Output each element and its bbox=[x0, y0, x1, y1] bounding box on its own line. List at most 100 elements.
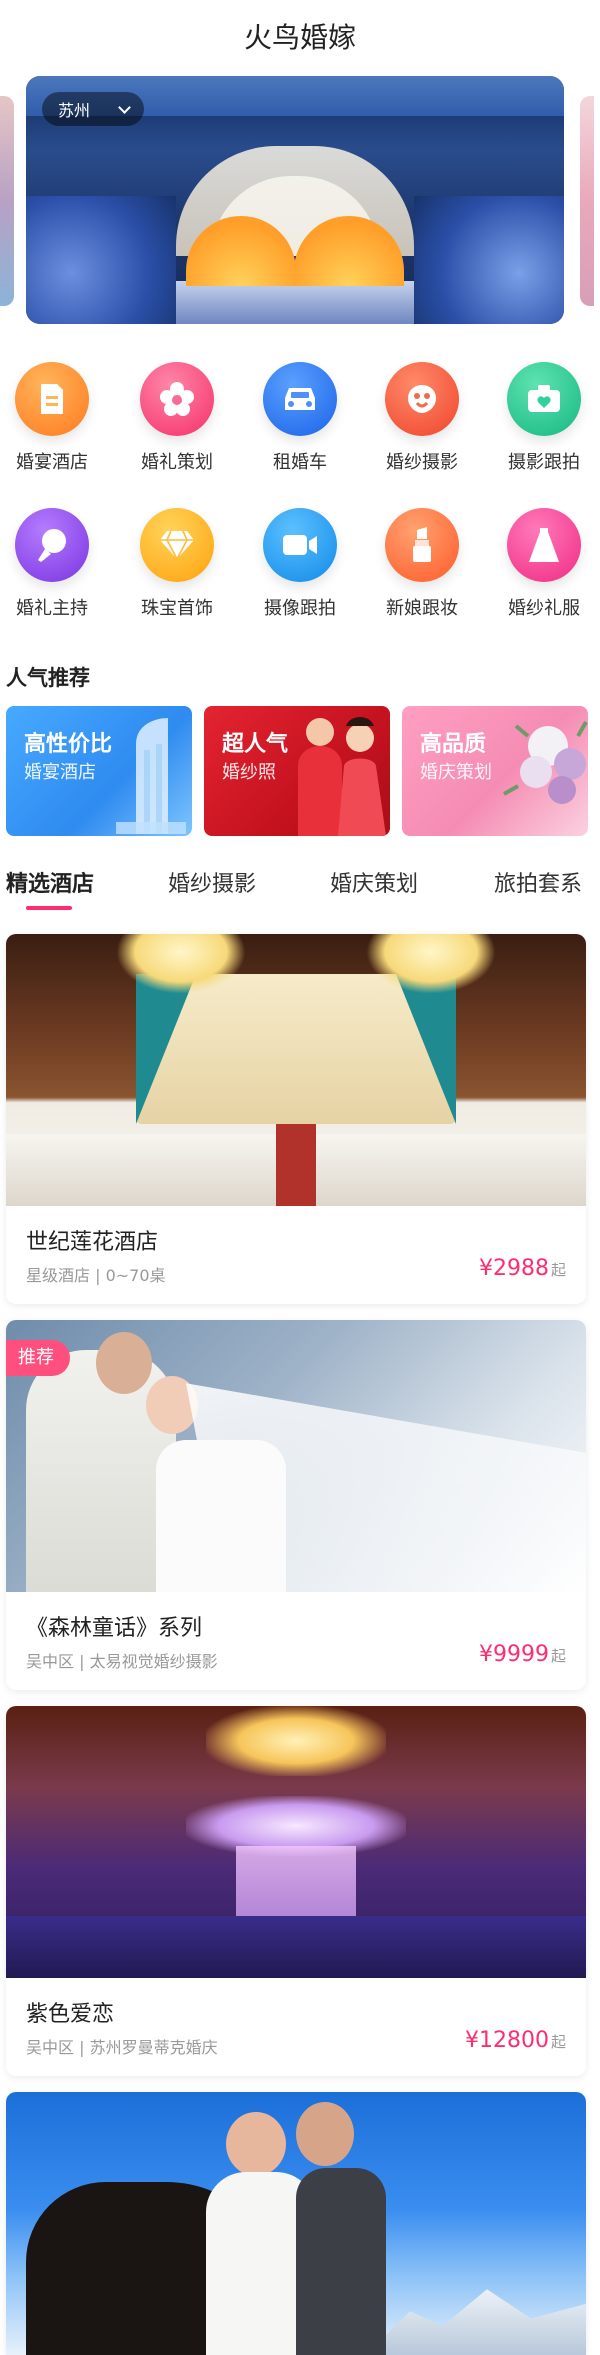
app-header: 火鸟婚嫁 bbox=[0, 0, 600, 74]
flower-icon bbox=[140, 362, 214, 436]
banner-carousel[interactable]: 苏州 bbox=[0, 74, 600, 326]
promo-title: 超人气 bbox=[222, 732, 289, 757]
dress-icon bbox=[507, 508, 581, 582]
price-value: ¥2988 bbox=[478, 1256, 549, 1281]
photo-chandelier bbox=[206, 1706, 386, 1776]
banner-flowers-left bbox=[26, 196, 176, 324]
banner-prev-peek[interactable] bbox=[0, 96, 14, 306]
tower-illustration bbox=[116, 718, 186, 834]
photo-carpet bbox=[276, 1124, 316, 1206]
listing-meta: 吴中区 | 苏州罗曼蒂克婚庆 bbox=[26, 2038, 218, 2057]
price-value: ¥9999 bbox=[478, 1642, 549, 1667]
category-label: 租婚车 bbox=[273, 452, 327, 473]
listing-price: ¥9999 起 bbox=[479, 1642, 566, 1667]
category-host[interactable]: 婚礼主持 bbox=[2, 508, 102, 620]
category-label: 新娘跟妆 bbox=[386, 598, 458, 619]
microphone-icon bbox=[15, 508, 89, 582]
photo-tables bbox=[6, 1916, 586, 1978]
promo-subtitle: 婚纱照 bbox=[222, 762, 276, 783]
banner-next-peek[interactable] bbox=[580, 96, 594, 306]
car-icon bbox=[263, 362, 337, 436]
listing-card[interactable]: 世纪莲花酒店 星级酒店 | 0~70桌 ¥2988 起 bbox=[6, 934, 586, 1304]
category-label: 摄影跟拍 bbox=[508, 452, 580, 473]
photo-groom-face bbox=[96, 1332, 152, 1394]
listing-info: 《森林童话》系列 吴中区 | 太易视觉婚纱摄影 ¥9999 起 bbox=[6, 1592, 586, 1690]
promo-subtitle: 婚宴酒店 bbox=[24, 762, 96, 783]
banner-flowers-right bbox=[414, 196, 564, 324]
tab-active-indicator bbox=[26, 906, 72, 910]
photo-groom-suit bbox=[296, 2168, 386, 2355]
category-photo-followup[interactable]: 摄影跟拍 bbox=[494, 362, 594, 474]
city-selector[interactable]: 苏州 bbox=[42, 92, 145, 126]
photo-chandelier-left bbox=[116, 934, 246, 994]
category-video[interactable]: 摄像跟拍 bbox=[250, 508, 350, 620]
city-name: 苏州 bbox=[58, 101, 91, 120]
category-dress[interactable]: 婚纱礼服 bbox=[494, 508, 594, 620]
recommend-badge: 推荐 bbox=[6, 1340, 70, 1376]
photo-mountains bbox=[366, 2289, 586, 2355]
listing-info: 紫色爱恋 吴中区 | 苏州罗曼蒂克婚庆 ¥12800 起 bbox=[6, 1978, 586, 2076]
listing-photo bbox=[6, 2092, 586, 2355]
couple-illustration bbox=[298, 717, 386, 836]
tab-planning[interactable]: 婚庆策划 bbox=[330, 866, 418, 898]
category-label: 婚纱礼服 bbox=[508, 598, 580, 619]
promo-card-value[interactable]: 高性价比 婚宴酒店 bbox=[6, 706, 192, 836]
listing-photo: 推荐 bbox=[6, 1320, 586, 1592]
category-row-1: 婚宴酒店 婚礼策划 租婚车 婚纱摄影 摄影跟拍 bbox=[0, 362, 600, 492]
bouquet-illustration bbox=[503, 721, 588, 804]
category-label: 摄像跟拍 bbox=[264, 598, 336, 619]
promo-card-quality[interactable]: 高品质 婚庆策划 bbox=[402, 706, 588, 836]
category-label: 婚宴酒店 bbox=[16, 452, 88, 473]
category-label: 婚纱摄影 bbox=[386, 452, 458, 473]
document-icon bbox=[15, 362, 89, 436]
chevron-down-icon bbox=[118, 103, 130, 115]
listing-photo bbox=[6, 1706, 586, 1978]
photo-chandelier-right bbox=[366, 934, 496, 994]
category-jewelry[interactable]: 珠宝首饰 bbox=[127, 508, 227, 620]
listing-card[interactable] bbox=[6, 2092, 586, 2355]
popular-section-title: 人气推荐 bbox=[6, 666, 90, 690]
camera-icon bbox=[507, 362, 581, 436]
listing-meta: 星级酒店 | 0~70桌 bbox=[26, 1266, 166, 1285]
couple-icon bbox=[385, 362, 459, 436]
category-makeup[interactable]: 新娘跟妆 bbox=[372, 508, 472, 620]
listing-name: 世纪莲花酒店 bbox=[26, 1230, 159, 1255]
listing-meta: 吴中区 | 太易视觉婚纱摄影 bbox=[26, 1652, 218, 1671]
photo-bride-dress bbox=[156, 1440, 286, 1592]
tab-hotel[interactable]: 精选酒店 bbox=[6, 866, 94, 898]
category-row-2: 婚礼主持 珠宝首饰 摄像跟拍 新娘跟妆 婚纱礼服 bbox=[0, 508, 600, 638]
price-unit: 起 bbox=[550, 1261, 566, 1279]
listing-info: 世纪莲花酒店 星级酒店 | 0~70桌 ¥2988 起 bbox=[6, 1206, 586, 1304]
banner-aisle bbox=[176, 281, 414, 324]
promo-subtitle: 婚庆策划 bbox=[420, 762, 492, 783]
promo-title: 高性价比 bbox=[24, 732, 113, 757]
category-label: 婚礼主持 bbox=[16, 598, 88, 619]
category-label: 珠宝首饰 bbox=[141, 598, 213, 619]
promo-card-popular[interactable]: 超人气 婚纱照 bbox=[204, 706, 390, 836]
listing-price: ¥2988 起 bbox=[479, 1256, 566, 1281]
tab-photography[interactable]: 婚纱摄影 bbox=[168, 866, 256, 898]
video-camera-icon bbox=[263, 508, 337, 582]
category-tabs: 精选酒店 婚纱摄影 婚庆策划 旅拍套系 bbox=[0, 866, 600, 916]
lipstick-icon bbox=[385, 508, 459, 582]
category-planning[interactable]: 婚礼策划 bbox=[127, 362, 227, 474]
listing-card[interactable]: 推荐 《森林童话》系列 吴中区 | 太易视觉婚纱摄影 ¥9999 起 bbox=[6, 1320, 586, 1690]
price-unit: 起 bbox=[550, 1647, 566, 1665]
listing-name: 《森林童话》系列 bbox=[26, 1616, 203, 1641]
category-photography[interactable]: 婚纱摄影 bbox=[372, 362, 472, 474]
listing-card[interactable]: 紫色爱恋 吴中区 | 苏州罗曼蒂克婚庆 ¥12800 起 bbox=[6, 1706, 586, 2076]
diamond-icon bbox=[140, 508, 214, 582]
tab-travel-photo[interactable]: 旅拍套系 bbox=[494, 866, 582, 898]
category-car[interactable]: 租婚车 bbox=[250, 362, 350, 474]
page-title: 火鸟婚嫁 bbox=[243, 21, 356, 54]
photo-bride-face bbox=[226, 2112, 286, 2176]
promo-title: 高品质 bbox=[420, 732, 487, 757]
category-label: 婚礼策划 bbox=[141, 452, 213, 473]
photo-groom-face bbox=[296, 2102, 354, 2166]
price-value: ¥12800 bbox=[465, 2028, 549, 2053]
category-hotel[interactable]: 婚宴酒店 bbox=[2, 362, 102, 474]
listing-photo bbox=[6, 934, 586, 1206]
listing-price: ¥12800 起 bbox=[465, 2028, 566, 2053]
price-unit: 起 bbox=[550, 2033, 566, 2051]
banner-slide[interactable]: 苏州 bbox=[26, 76, 564, 324]
